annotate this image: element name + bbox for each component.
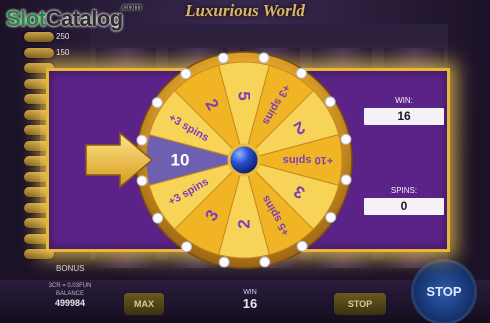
bonus-label: BONUS (56, 264, 85, 273)
stop-spin-button[interactable]: STOP (414, 262, 474, 322)
wheel-segment-label: 10 (171, 151, 190, 170)
paytable-row: 150 (14, 46, 88, 60)
game-title: Luxurious World (185, 1, 305, 20)
coin-stack-icon (24, 47, 54, 58)
logo-domain-text: .com (120, 2, 142, 13)
slotcatalog-logo: SlotCatalog .com (6, 2, 142, 32)
paytable-value: 150 (56, 47, 70, 57)
wheel-light-bulb (136, 175, 148, 187)
wheel-light-bulb (258, 52, 270, 64)
coin-stack-icon (24, 32, 54, 42)
wheel-segment-label: 2 (235, 219, 254, 228)
paytable-row: 250 (14, 30, 88, 44)
bottom-win-label: WIN (243, 289, 257, 296)
wheel-light-bulb (217, 52, 229, 64)
wheel-light-bulb (296, 240, 308, 252)
wheel-light-bulb (218, 256, 230, 268)
wheel-light-bulb (181, 241, 193, 253)
wheel-light-bulb (340, 174, 352, 186)
logo-catalog-text: Catalog (45, 6, 124, 31)
wheel-light-bulb (325, 211, 337, 223)
wheel-spins-field: 0 (364, 198, 444, 215)
wheel-light-bulb (180, 68, 192, 80)
wheel-light-bulb (340, 133, 352, 145)
wheel-light-bulb (152, 212, 164, 224)
wheel-light-bulb (259, 256, 271, 268)
wheel-spins-label: SPINS: (390, 186, 418, 195)
wheel-segment-label: 5 (235, 91, 254, 100)
wheel-light-bulb (295, 67, 307, 79)
stop-small-button[interactable]: STOP (334, 293, 386, 315)
wheel-light-bulb (324, 96, 336, 108)
balance-label: BALANCE (55, 291, 84, 297)
game-background: Luxurious World 250 150 BONUS 3CR = 0.03F… (0, 0, 490, 323)
bet-label: 3CR = 0.03FUN (48, 283, 92, 289)
wheel-win-field: 16 (364, 108, 444, 125)
wheel-light-bulb (136, 134, 148, 146)
logo-slot-text: Slot (6, 6, 46, 31)
bottom-win-value: 16 (242, 296, 258, 311)
paytable-value: 250 (56, 32, 70, 41)
max-bet-button[interactable]: MAX (124, 293, 164, 315)
wheel-hub (227, 143, 261, 177)
wheel-segment-label: +10 spins (283, 154, 333, 166)
balance-value: 499984 (54, 298, 86, 308)
balance-box: 3CR = 0.03FUN BALANCE 499984 (40, 282, 100, 320)
bottom-win-display: WIN 16 (200, 289, 300, 321)
wheel-light-bulb (151, 97, 163, 109)
wheel-win-label: WIN: (395, 96, 413, 105)
